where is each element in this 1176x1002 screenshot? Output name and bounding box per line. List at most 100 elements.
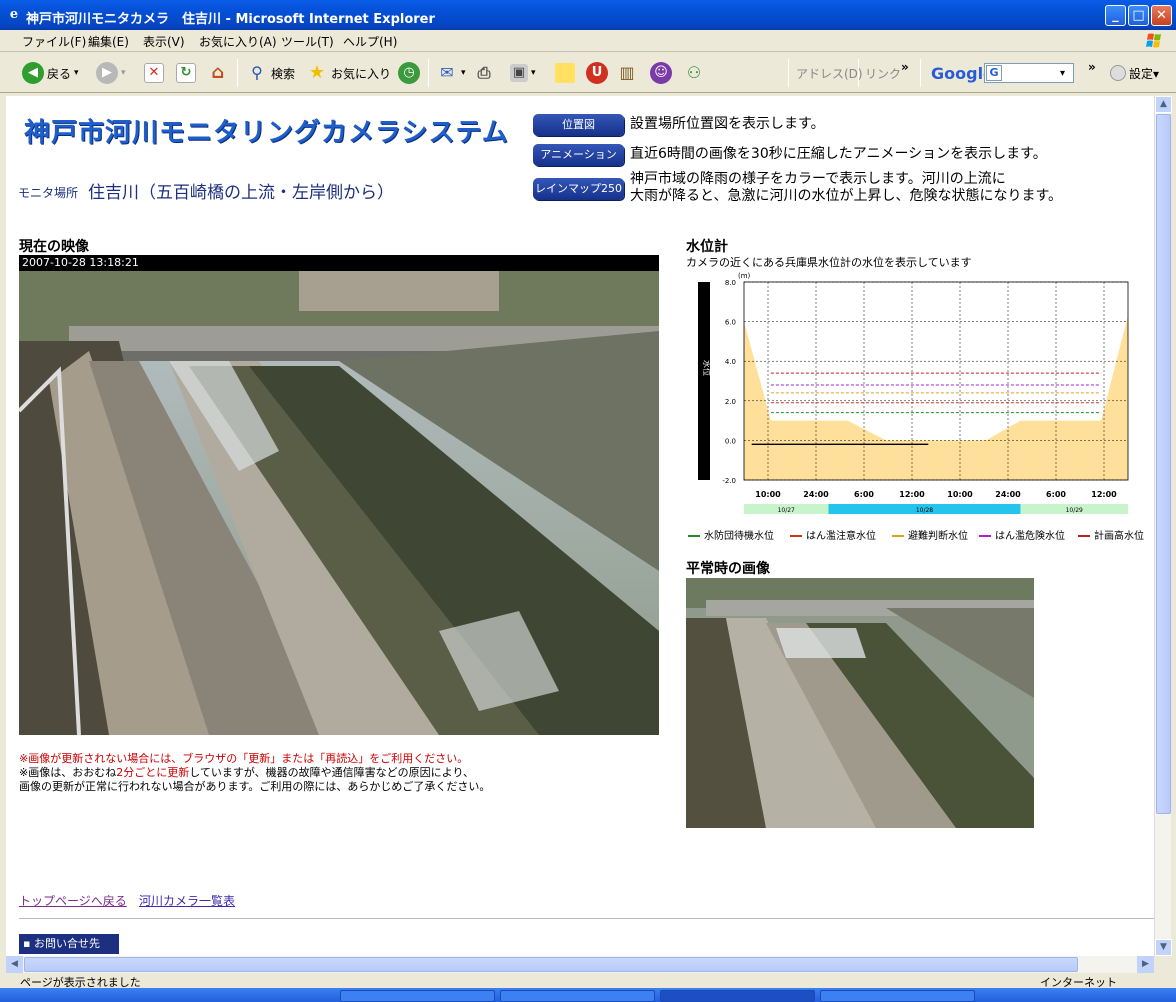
legend-danger: はん濫危険水位	[979, 527, 1065, 542]
mail-button[interactable]: ✉ ▾	[436, 61, 465, 85]
y-axis-label: 水位	[702, 360, 712, 376]
contacts-button[interactable]: ⚇	[683, 61, 705, 85]
taskbar	[0, 988, 1176, 1002]
books-icon: ▥	[619, 63, 635, 82]
menu-bar: ファイル(F) 編集(E) 表示(V) お気に入り(A) ツール(T) ヘルプ(…	[0, 30, 1176, 52]
refresh-button[interactable]: ↻	[176, 61, 196, 85]
settings-button[interactable]: 設定▾	[1110, 61, 1159, 85]
google-g-icon[interactable]: G	[986, 65, 1002, 81]
normal-camera-image	[686, 578, 1034, 828]
location-value: 住吉川（五百崎橋の上流・左岸側から）	[88, 183, 394, 203]
red-circle-icon: U	[586, 62, 608, 84]
toolbar: ◀ 戻る ▾ ▶ ▾ ✕ ↻ ⌂ ⚲ 検索 ★ お気に入り ◷ ✉ ▾ ⎙ ▣ ▾ …	[0, 53, 1176, 93]
edit-icon: ▣	[510, 64, 528, 82]
scroll-up-icon[interactable]: ▲	[1155, 96, 1172, 113]
refresh-icon: ↻	[176, 63, 196, 83]
menu-edit[interactable]: 編集(E)	[88, 33, 129, 50]
messenger-button[interactable]: ☺	[650, 61, 672, 85]
window-titlebar[interactable]: e 神戸市河川モニタカメラ 住吉川 - Microsoft Internet E…	[0, 0, 1176, 30]
research-button[interactable]: ▥	[616, 61, 638, 85]
contact-icon: ▪	[23, 937, 34, 950]
rainmap-button[interactable]: レインマップ250	[533, 178, 624, 200]
search-button[interactable]: ⚲ 検索	[246, 61, 295, 85]
horizontal-scroll-thumb[interactable]	[24, 957, 1078, 972]
map-description: 設置場所位置図を表示します。	[630, 116, 825, 132]
waterlevel-title: 水位計	[686, 239, 728, 255]
close-button[interactable]: ✕	[1151, 5, 1172, 26]
map-button[interactable]: 位置図	[533, 114, 624, 136]
current-camera-image	[19, 271, 659, 735]
contact-link[interactable]: ▪ お問い合せ先	[19, 934, 119, 954]
y-tick-label: 6.0	[725, 319, 736, 327]
notes-button[interactable]	[555, 61, 575, 85]
legend-standby: 水防団待機水位	[688, 527, 774, 542]
minimize-button[interactable]: _	[1105, 5, 1126, 26]
toolbar-chevron[interactable]: »	[901, 55, 909, 79]
toolbar-red-button[interactable]: U	[586, 61, 608, 85]
menu-view[interactable]: 表示(V)	[143, 33, 185, 50]
taskbar-item-active[interactable]	[660, 990, 815, 1002]
menu-tools[interactable]: ツール(T)	[281, 33, 334, 50]
favorites-button[interactable]: ★ お気に入り	[306, 61, 391, 85]
top-page-link[interactable]: トップページへ戻る	[19, 892, 127, 909]
stop-button[interactable]: ✕	[144, 61, 164, 85]
forward-button[interactable]: ▶ ▾	[96, 61, 126, 85]
scroll-right-icon[interactable]: ▶	[1137, 956, 1154, 973]
date-band-label: 10/29	[1066, 507, 1083, 514]
menu-favorites[interactable]: お気に入り(A)	[199, 33, 277, 50]
footer-divider	[19, 918, 1154, 919]
camera-list-link[interactable]: 河川カメラ一覧表	[139, 892, 235, 909]
rainmap-description: 神戸市域の降雨の様子をカラーで表示します。河川の上流に	[630, 171, 1006, 187]
scroll-down-icon[interactable]: ▼	[1155, 939, 1172, 956]
history-button[interactable]: ◷	[398, 61, 420, 85]
back-label: 戻る	[47, 66, 72, 81]
search-label: 検索	[271, 66, 296, 81]
vertical-scroll-thumb[interactable]	[1156, 114, 1171, 814]
mail-icon: ✉	[440, 63, 454, 82]
legend-planned: 計画高水位	[1078, 527, 1144, 542]
status-bar: ページが表示されました インターネット	[0, 974, 1176, 988]
camera-timestamp: 2007-10-28 13:18:21	[19, 255, 659, 271]
taskbar-item-1[interactable]	[340, 990, 495, 1002]
note-refresh: ※画像が更新されない場合には、ブラウザの「更新」または「再読込」をご利用ください…	[19, 752, 469, 765]
vertical-scrollbar[interactable]: ▲ ▼	[1154, 96, 1172, 956]
menu-file[interactable]: ファイル(F)	[22, 33, 86, 50]
x-tick-label: 10:00	[947, 490, 973, 499]
back-button[interactable]: ◀ 戻る ▾	[22, 61, 79, 85]
legend-evacuation: 避難判断水位	[892, 527, 968, 542]
print-button[interactable]: ⎙	[473, 61, 495, 85]
taskbar-item-2[interactable]	[500, 990, 655, 1002]
note-update-interval: 2分ごとに更新	[116, 766, 190, 779]
taskbar-item-4[interactable]	[820, 990, 975, 1002]
note-icon	[555, 63, 575, 83]
edit-button[interactable]: ▣ ▾	[510, 61, 536, 85]
maximize-button[interactable]: □	[1128, 5, 1149, 26]
x-tick-label: 10:00	[755, 490, 781, 499]
y-tick-label: 2.0	[725, 398, 736, 406]
links-label[interactable]: リンク	[865, 61, 901, 85]
site-title: 神戸市河川モニタリングカメラシステム	[24, 118, 509, 148]
horizontal-scrollbar[interactable]: ◀ ▶	[6, 956, 1154, 973]
gear-icon	[1110, 65, 1126, 81]
animation-description: 直近6時間の画像を30秒に圧縮したアニメーションを表示します。	[630, 146, 1047, 162]
animation-button[interactable]: アニメーション	[533, 144, 624, 166]
history-icon: ◷	[398, 62, 420, 84]
date-band-label: 10/28	[916, 507, 933, 514]
window-title: 神戸市河川モニタカメラ 住吉川 - Microsoft Internet Exp…	[26, 12, 435, 27]
forward-arrow-icon: ▶	[96, 62, 118, 84]
note-update: ※画像は、おおむね2分ごとに更新していますが、機器の故障や通信障害などの原因によ…	[19, 766, 475, 779]
back-arrow-icon: ◀	[22, 62, 44, 84]
y-unit: (m)	[738, 272, 751, 280]
home-button[interactable]: ⌂	[207, 61, 229, 85]
normal-image-title: 平常時の画像	[686, 561, 770, 577]
note-disclaimer: 画像の更新が正常に行われない場合があります。ご利用の際には、あらかじめご了承くだ…	[19, 780, 491, 793]
google-dropdown-icon[interactable]: ▾	[1060, 61, 1065, 85]
google-chevron[interactable]: »	[1088, 55, 1096, 79]
x-tick-label: 12:00	[1091, 490, 1117, 499]
address-label[interactable]: アドレス(D)	[796, 61, 863, 85]
y-tick-label: 8.0	[725, 279, 736, 287]
status-zone: インターネット	[1040, 976, 1117, 988]
scroll-left-icon[interactable]: ◀	[6, 956, 23, 973]
x-tick-label: 24:00	[995, 490, 1021, 499]
menu-help[interactable]: ヘルプ(H)	[343, 33, 397, 50]
